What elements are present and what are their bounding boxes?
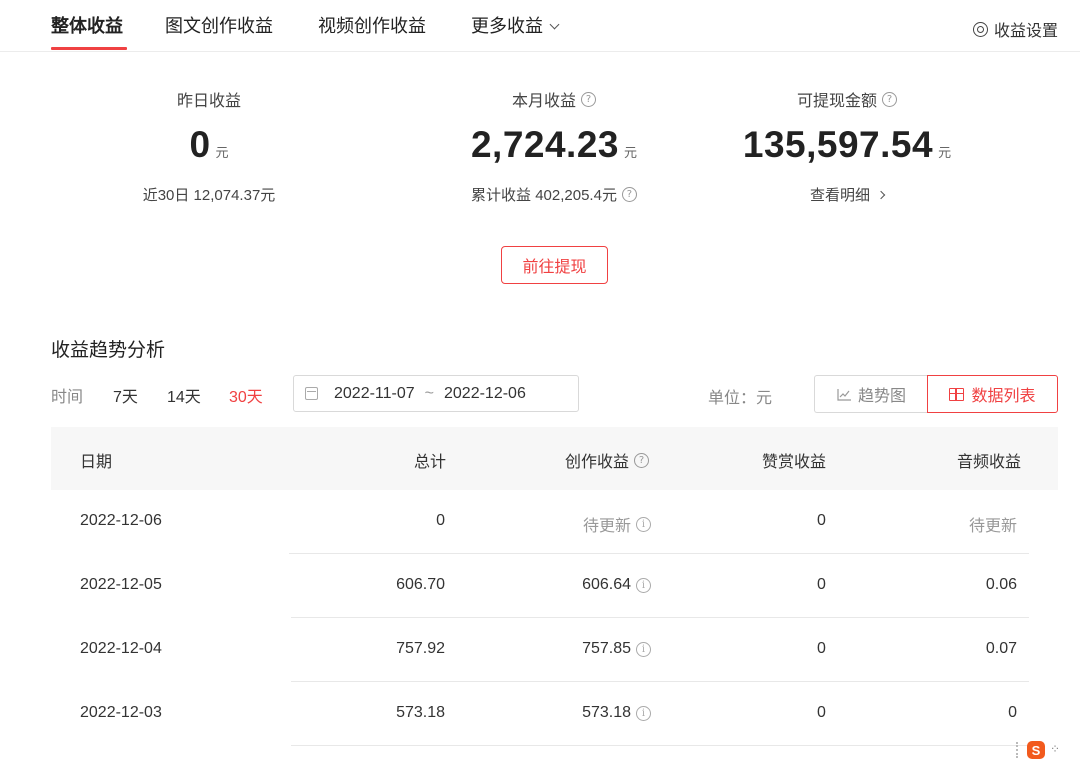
input-method-icon[interactable]: S	[1027, 741, 1045, 759]
view-trend-label: 趋势图	[857, 388, 906, 405]
cell-date: 2022-12-06	[80, 512, 162, 529]
settings-label: 收益设置	[993, 23, 1058, 40]
view-trend-button[interactable]: 趋势图	[814, 375, 928, 413]
stat-withdrawable-label-text: 可提现金额	[796, 93, 877, 110]
stat-month-value: 2,724.23 元	[404, 124, 704, 166]
stat-month-number: 2,724.23	[470, 124, 619, 165]
stat-yesterday-sub: 近30日 12,074.37元	[59, 184, 359, 205]
view-list-button[interactable]: 数据列表	[927, 375, 1058, 413]
stat-month-label: 本月收益 ?	[404, 87, 704, 111]
cell-audio: 0	[1008, 704, 1017, 721]
grid-table-icon	[949, 387, 965, 401]
settings-icon	[972, 21, 988, 37]
chevron-down-icon	[549, 19, 560, 30]
date-separator: ~	[424, 384, 434, 402]
header-date: 日期	[80, 454, 113, 471]
cell-audio: 0.06	[985, 576, 1017, 593]
tab-article[interactable]: 图文创作收益	[165, 14, 273, 38]
stat-yesterday-label-text: 昨日收益	[176, 93, 241, 110]
stat-yesterday-unit: 元	[215, 145, 229, 160]
range-7d[interactable]: 7天	[113, 383, 138, 407]
cell-total: 0	[436, 512, 445, 529]
stat-withdrawable-value: 135,597.54 元	[697, 124, 997, 166]
header-tip: 赞赏收益	[762, 454, 827, 471]
tab-more-label: 更多收益	[471, 16, 543, 36]
help-icon[interactable]: ?	[621, 187, 637, 202]
header-creation: 创作收益 ?	[565, 448, 649, 472]
view-details-label: 查看明细	[809, 187, 870, 204]
cell-tip: 0	[817, 704, 826, 721]
cell-date: 2022-12-04	[80, 640, 162, 657]
view-details-link[interactable]: 查看明细	[697, 184, 997, 205]
cell-tip: 0	[817, 640, 826, 657]
tab-more[interactable]: 更多收益	[471, 14, 560, 38]
time-label: 时间	[51, 389, 84, 406]
stat-yesterday-value: 0 元	[59, 124, 359, 166]
table-row: 2022-12-03 573.18 573.18 i 0 0	[51, 682, 1058, 746]
cell-tip: 0	[817, 576, 826, 593]
cell-total: 757.92	[396, 640, 445, 657]
cell-audio: 0.07	[985, 640, 1017, 657]
table-row: 2022-12-05 606.70 606.64 i 0 0.06	[51, 554, 1058, 618]
earnings-settings-button[interactable]: 收益设置	[972, 17, 1058, 41]
cell-total: 606.70	[396, 576, 445, 593]
cell-creation-value: 606.64	[582, 576, 631, 593]
cell-creation: 606.64 i	[582, 576, 651, 594]
trend-chart-icon	[837, 388, 851, 401]
unit-label: 单位：元	[708, 390, 773, 407]
table-row: 2022-12-04 757.92 757.85 i 0 0.07	[51, 618, 1058, 682]
stat-yesterday-sub-text: 近30日 12,074.37元	[142, 187, 276, 204]
chevron-right-icon	[876, 190, 886, 199]
header-audio: 音频收益	[956, 454, 1021, 471]
stat-yesterday-number: 0	[189, 124, 211, 165]
expand-icon[interactable]: ⁘	[1050, 742, 1060, 756]
cell-audio: 待更新	[968, 518, 1017, 535]
help-icon[interactable]: ?	[634, 452, 649, 468]
range-14d[interactable]: 14天	[167, 383, 201, 407]
date-range-picker[interactable]: 2022-11-07 ~ 2022-12-06	[293, 375, 579, 412]
date-start: 2022-11-07	[334, 384, 415, 402]
stat-withdrawable-number: 135,597.54	[742, 124, 934, 165]
table-header: 日期 总计 创作收益 ? 赞赏收益 音频收益	[51, 427, 1058, 490]
tab-video[interactable]: 视频创作收益	[318, 14, 426, 38]
help-icon[interactable]: ?	[882, 91, 897, 107]
active-tab-indicator	[51, 47, 127, 50]
header-creation-label: 创作收益	[564, 454, 629, 471]
calendar-icon	[305, 387, 318, 400]
toolbar-divider	[1016, 742, 1018, 758]
tab-overall[interactable]: 整体收益	[51, 14, 123, 38]
stat-yesterday-label: 昨日收益	[59, 87, 359, 111]
cell-creation: 757.85 i	[582, 640, 651, 658]
stat-month-unit: 元	[624, 145, 638, 160]
help-icon[interactable]: ?	[581, 91, 596, 107]
stat-withdrawable-unit: 元	[938, 145, 952, 160]
table-row: 2022-12-06 0 待更新 i 0 待更新	[51, 490, 1058, 554]
info-icon[interactable]: i	[636, 705, 651, 721]
stat-withdrawable-label: 可提现金额 ?	[697, 87, 997, 111]
cell-creation: 待更新 i	[583, 512, 651, 536]
stat-month-sub-text: 累计收益 402,205.4元	[471, 187, 617, 204]
cell-date: 2022-12-05	[80, 576, 162, 593]
cell-total: 573.18	[396, 704, 445, 721]
top-tab-bar: 整体收益 图文创作收益 视频创作收益 更多收益 收益设置	[0, 0, 1080, 52]
cell-creation: 573.18 i	[582, 704, 651, 722]
info-icon[interactable]: i	[636, 641, 651, 657]
section-title: 收益趋势分析	[51, 340, 166, 361]
range-30d[interactable]: 30天	[229, 383, 263, 407]
cell-creation-value: 573.18	[582, 704, 631, 721]
row-divider	[291, 745, 1029, 746]
withdraw-button[interactable]: 前往提现	[501, 246, 608, 284]
stat-month-sub: 累计收益 402,205.4元 ?	[404, 184, 704, 205]
stat-month-label-text: 本月收益	[511, 93, 576, 110]
info-icon[interactable]: i	[636, 516, 651, 532]
cell-creation-value: 待更新	[582, 518, 631, 535]
cell-creation-value: 757.85	[582, 640, 631, 657]
view-list-label: 数据列表	[971, 388, 1036, 405]
header-total: 总计	[413, 454, 446, 471]
cell-tip: 0	[817, 512, 826, 529]
info-icon[interactable]: i	[636, 577, 651, 593]
date-end: 2022-12-06	[444, 384, 526, 402]
cell-date: 2022-12-03	[80, 704, 162, 721]
